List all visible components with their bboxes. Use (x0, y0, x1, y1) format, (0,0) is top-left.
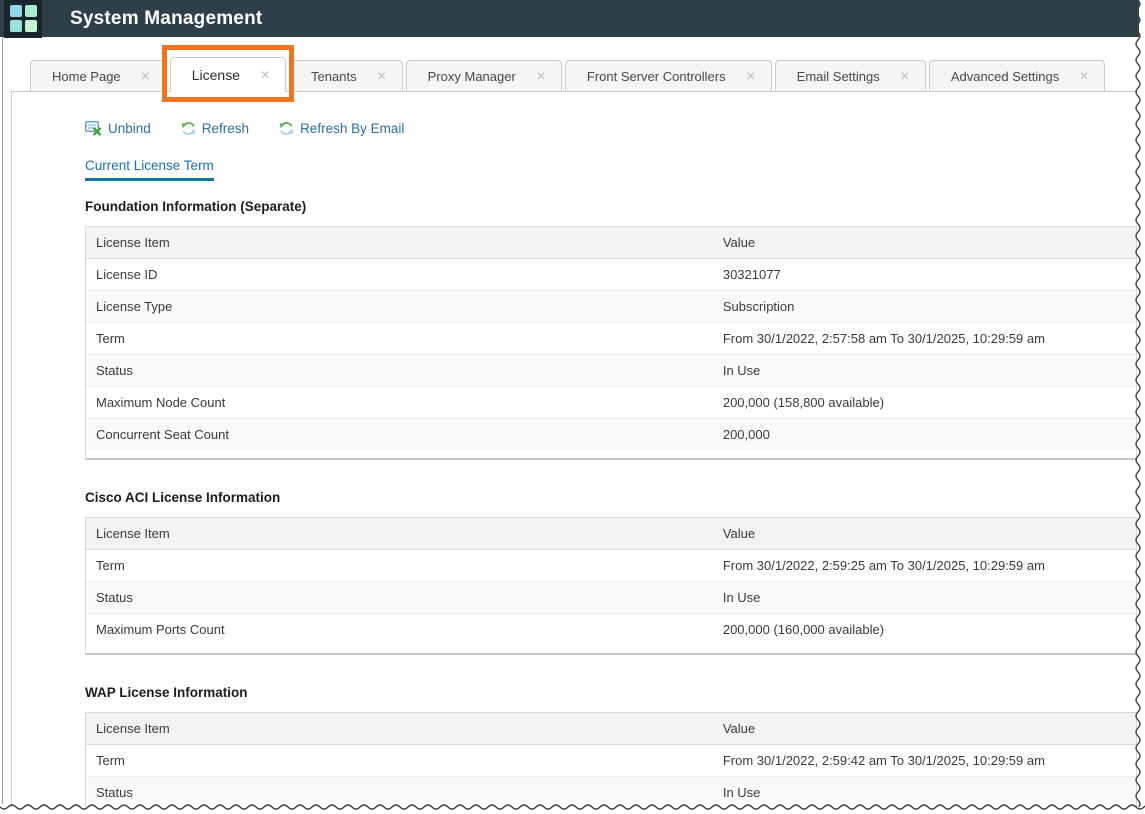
license-table: License Item Value Term From 30/1/2022, … (85, 712, 1137, 814)
tab-license[interactable]: License ✕ (170, 57, 286, 92)
table-row: License Type Subscription (86, 290, 1136, 322)
subtab-current-license-term[interactable]: Current License Term (85, 158, 214, 181)
value-cell: 30321077 (713, 258, 1136, 290)
tab-email-settings[interactable]: Email Settings ✕ (775, 60, 926, 91)
license-item-cell: Term (86, 322, 713, 354)
refresh-by-email-button[interactable]: Refresh By Email (279, 121, 404, 136)
table-row: License ID 30321077 (86, 258, 1136, 290)
tab-close-icon[interactable]: ✕ (534, 68, 548, 84)
unbind-icon (85, 120, 102, 136)
page-title: System Management (70, 8, 262, 30)
license-sections: Foundation Information (Separate) Licens… (85, 199, 1137, 814)
section-title: Cisco ACI License Information (85, 490, 1137, 505)
column-header-license-item: License Item (86, 518, 713, 549)
subtab-row: Current License Term (85, 157, 1137, 181)
value-cell: In Use (713, 354, 1136, 386)
torn-right-edge (1131, 0, 1145, 814)
license-item-cell: Status (86, 354, 713, 386)
license-item-cell: Maximum Ports Count (86, 613, 713, 645)
refresh-icon (181, 121, 196, 136)
table-row: Term From 30/1/2022, 2:59:25 am To 30/1/… (86, 549, 1136, 581)
grid-logo-icon (10, 5, 37, 32)
table-header-row: License Item Value (86, 518, 1136, 549)
value-cell: Subscription (713, 290, 1136, 322)
tab-advanced-settings[interactable]: Advanced Settings ✕ (929, 60, 1105, 91)
value-cell: 200,000 (158,800 available) (713, 386, 1136, 418)
refresh-button[interactable]: Refresh (181, 121, 249, 136)
tab-label: Advanced Settings (943, 69, 1067, 84)
license-item-cell: Concurrent Seat Count (86, 418, 713, 450)
tab-label: Front Server Controllers (579, 69, 734, 84)
table-row: Maximum Ports Count 200,000 (160,000 ava… (86, 613, 1136, 645)
table-row: Maximum Node Count 200,000 (158,800 avai… (86, 386, 1136, 418)
table-header-row: License Item Value (86, 227, 1136, 258)
tab-label: Email Settings (789, 69, 888, 84)
license-item-cell: License Type (86, 290, 713, 322)
tab-label: Proxy Manager (420, 69, 524, 84)
toolbar: Unbind Refresh (85, 120, 1137, 136)
table-row: Status In Use (86, 581, 1136, 613)
window-left-edge (2, 37, 3, 804)
tab-close-icon[interactable]: ✕ (744, 68, 758, 84)
license-table: License Item Value License ID 30321077 L… (85, 226, 1137, 460)
license-section: Cisco ACI License Information License It… (85, 490, 1137, 655)
license-tab-panel: Unbind Refresh (11, 92, 1145, 814)
tab-label: License (184, 67, 248, 83)
table-row: Status In Use (86, 354, 1136, 386)
tab-home-page[interactable]: Home Page ✕ (30, 60, 167, 91)
app-header: System Management (0, 0, 1145, 37)
tab-close-icon[interactable]: ✕ (139, 68, 153, 84)
column-header-value: Value (713, 518, 1136, 549)
license-section: Foundation Information (Separate) Licens… (85, 199, 1137, 460)
column-header-license-item: License Item (86, 227, 713, 258)
tab-close-icon[interactable]: ✕ (898, 68, 912, 84)
license-item-cell: Status (86, 581, 713, 613)
license-item-cell: Maximum Node Count (86, 386, 713, 418)
license-item-cell: Term (86, 549, 713, 581)
section-title: Foundation Information (Separate) (85, 199, 1137, 214)
unbind-button[interactable]: Unbind (85, 120, 151, 136)
column-header-value: Value (713, 227, 1136, 258)
table-row: Term From 30/1/2022, 2:57:58 am To 30/1/… (86, 322, 1136, 354)
value-cell: From 30/1/2022, 2:59:25 am To 30/1/2025,… (713, 549, 1136, 581)
section-title: WAP License Information (85, 685, 1137, 700)
column-header-value: Value (713, 713, 1136, 744)
tab-proxy-manager[interactable]: Proxy Manager ✕ (406, 60, 562, 91)
value-cell: From 30/1/2022, 2:59:42 am To 30/1/2025,… (713, 744, 1136, 776)
torn-bottom-edge (0, 800, 1145, 814)
tab-label: Home Page (44, 69, 129, 84)
value-cell: 200,000 (160,000 available) (713, 613, 1136, 645)
tab-front-server-controllers[interactable]: Front Server Controllers ✕ (565, 60, 772, 91)
tab-close-icon[interactable]: ✕ (258, 67, 272, 83)
license-section: WAP License Information License Item Val… (85, 685, 1137, 814)
table-row: Term From 30/1/2022, 2:59:42 am To 30/1/… (86, 744, 1136, 776)
app-menu-button[interactable] (4, 0, 42, 38)
license-item-cell: Term (86, 744, 713, 776)
value-cell: 200,000 (713, 418, 1136, 450)
tab-close-icon[interactable]: ✕ (375, 68, 389, 84)
tab-label: Tenants (303, 69, 365, 84)
license-table: License Item Value Term From 30/1/2022, … (85, 517, 1137, 655)
tab-tenants[interactable]: Tenants ✕ (289, 60, 403, 91)
license-item-cell: License ID (86, 258, 713, 290)
refresh-by-email-icon (279, 121, 294, 136)
tab-strip: Home Page ✕ License ✕ Tenants ✕ Proxy Ma… (11, 56, 1145, 92)
tab-close-icon[interactable]: ✕ (1077, 68, 1091, 84)
system-management-window: System Management Home Page ✕ License ✕ … (0, 0, 1145, 814)
column-header-license-item: License Item (86, 713, 713, 744)
table-header-row: License Item Value (86, 713, 1136, 744)
value-cell: From 30/1/2022, 2:57:58 am To 30/1/2025,… (713, 322, 1136, 354)
value-cell: In Use (713, 581, 1136, 613)
table-row: Concurrent Seat Count 200,000 (86, 418, 1136, 450)
